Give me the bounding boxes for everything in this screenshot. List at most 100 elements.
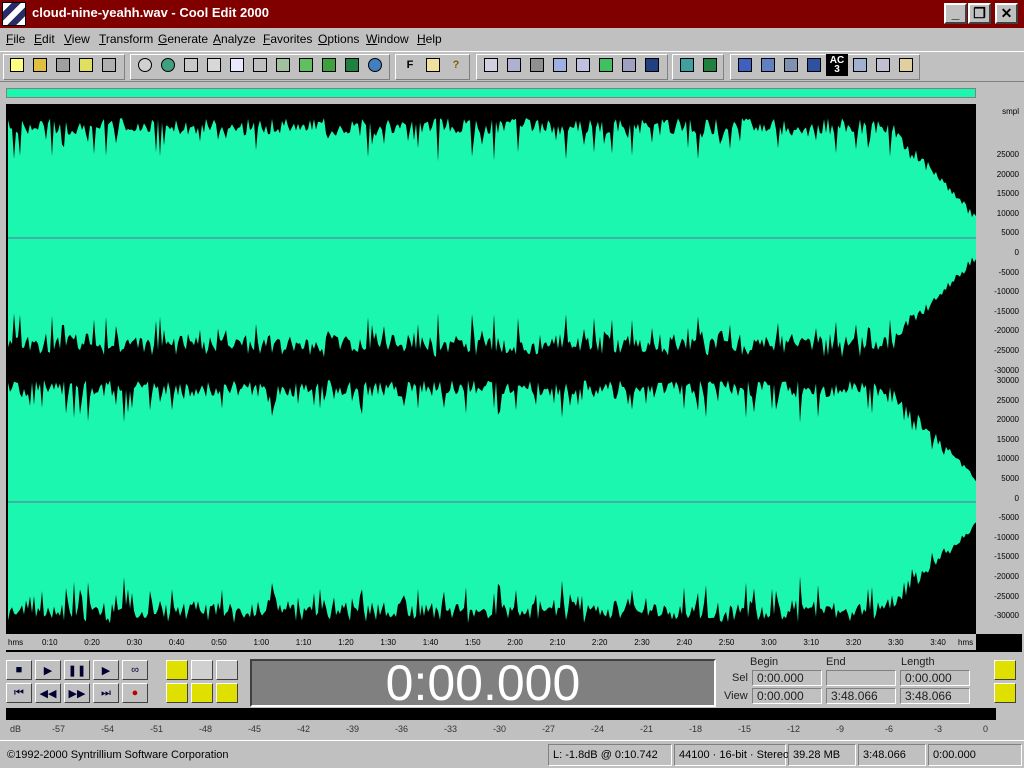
timeline-unit-left: hms <box>8 638 24 647</box>
zoom-selection-icon[interactable] <box>166 683 188 703</box>
timeline-label: 1:00 <box>253 638 270 647</box>
recycle-icon[interactable] <box>364 54 386 76</box>
waveform-display[interactable]: smpl 25000 20000 15000 10000 5000 0 -5000 -1000… <box>6 104 1022 652</box>
level-meter-label: -27 <box>542 724 556 734</box>
rewind-button[interactable]: ◀◀ <box>35 683 61 703</box>
undo-enable-icon[interactable] <box>157 54 179 76</box>
copyright-text: ©1992-2000 Syntrillium Software Corporat… <box>7 749 229 761</box>
zoom-right-icon[interactable] <box>216 683 238 703</box>
zoom-in-icon[interactable] <box>166 660 188 680</box>
analyze-icon[interactable] <box>803 54 825 76</box>
level-meter-label: dB <box>10 724 22 734</box>
menu-transform[interactable]: Transform <box>99 32 153 46</box>
view-label: View <box>724 690 748 702</box>
timeline-label: 1:30 <box>380 638 396 647</box>
sel-length-field[interactable]: 0:00.000 <box>900 670 970 686</box>
view-begin-field[interactable]: 0:00.000 <box>752 688 822 704</box>
maximize-button[interactable]: ❐ <box>968 3 991 24</box>
undo-icon[interactable] <box>134 54 156 76</box>
noise-icon[interactable] <box>734 54 756 76</box>
menu-favorites[interactable]: Favorites <box>263 32 312 46</box>
select-all-icon[interactable] <box>203 54 225 76</box>
ac3-icon[interactable]: AC 3 <box>826 54 848 76</box>
f-icon[interactable]: F <box>399 54 421 76</box>
mix-paste-icon[interactable] <box>318 54 340 76</box>
play-to-end-button[interactable]: ▶ <box>93 660 119 680</box>
new-file-icon[interactable] <box>6 54 28 76</box>
zoom-full-icon[interactable] <box>216 660 238 680</box>
vertical-zoom-out-icon[interactable] <box>994 660 1016 680</box>
record-button[interactable]: ● <box>122 683 148 703</box>
menu-help[interactable]: Help <box>417 32 442 46</box>
help-icon[interactable]: ? <box>445 54 467 76</box>
zoom-out-icon[interactable] <box>191 660 213 680</box>
amplitude-label-top: -30000 <box>994 365 1019 375</box>
cut-icon[interactable] <box>249 54 271 76</box>
echo-icon[interactable] <box>676 54 698 76</box>
pitch-icon[interactable] <box>872 54 894 76</box>
fast-forward-button[interactable]: ▶▶ <box>64 683 90 703</box>
menu-generate[interactable]: Generate <box>158 32 208 46</box>
menu-edit[interactable]: Edit <box>34 32 55 46</box>
reverse-icon[interactable] <box>503 54 525 76</box>
view-end-field[interactable]: 3:48.066 <box>826 688 896 704</box>
eq-icon[interactable] <box>699 54 721 76</box>
loop-button[interactable]: ∞ <box>122 660 148 680</box>
envelope-icon[interactable] <box>595 54 617 76</box>
save-icon[interactable] <box>52 54 74 76</box>
paste-icon[interactable] <box>272 54 294 76</box>
menu-options[interactable]: Options <box>318 32 359 46</box>
filter-icon[interactable] <box>780 54 802 76</box>
menu-file[interactable]: File <box>6 32 25 46</box>
stop-button[interactable]: ■ <box>6 660 32 680</box>
menu-bar: File Edit View Transform Generate Analyz… <box>0 28 1024 50</box>
go-end-button[interactable]: ⏭ <box>93 683 119 703</box>
transport-controls: ■ ▶ ❚❚ ▶ ∞ ⏮ ◀◀ ▶▶ ⏭ ● <box>6 660 244 706</box>
level-meter-label: -57 <box>52 724 66 734</box>
go-start-button[interactable]: ⏮ <box>6 683 32 703</box>
menu-window[interactable]: Window <box>366 32 409 46</box>
normalize-icon[interactable] <box>641 54 663 76</box>
script-icon[interactable] <box>422 54 444 76</box>
invert-icon[interactable] <box>549 54 571 76</box>
open-file-icon[interactable] <box>29 54 51 76</box>
level-meter-label: -54 <box>101 724 115 734</box>
app-icon[interactable] <box>2 2 26 26</box>
pause-button[interactable]: ❚❚ <box>64 660 90 680</box>
amplitude-label-bottom: 30000 <box>996 376 1019 385</box>
play-button[interactable]: ▶ <box>35 660 61 680</box>
level-meter-label: -12 <box>787 724 801 734</box>
fade-icon[interactable] <box>618 54 640 76</box>
flanger-icon[interactable] <box>849 54 871 76</box>
sel-begin-field[interactable]: 0:00.000 <box>752 670 822 686</box>
tone-icon[interactable] <box>895 54 917 76</box>
level-meter-label: -33 <box>444 724 458 734</box>
amplitude-label-bottom: -10000 <box>994 532 1019 542</box>
timeline-label: 3:40 <box>930 638 946 647</box>
silence-icon[interactable] <box>526 54 548 76</box>
waveform-channel-left[interactable] <box>8 114 976 362</box>
paste-to-new-icon[interactable] <box>295 54 317 76</box>
snap-icon[interactable] <box>480 54 502 76</box>
amplitude-label-bottom: 20000 <box>996 415 1019 425</box>
sel-end-field[interactable] <box>826 670 896 686</box>
repeat-icon[interactable] <box>180 54 202 76</box>
minimize-button[interactable]: _ <box>944 3 967 24</box>
view-length-field[interactable]: 3:48.066 <box>900 688 970 704</box>
amplitude-label-bottom: 25000 <box>996 395 1019 405</box>
close-button[interactable]: ✕ <box>995 3 1018 24</box>
menu-view[interactable]: View <box>64 32 90 46</box>
overview-bar[interactable] <box>6 88 976 98</box>
waveform-channel-right[interactable] <box>8 376 976 628</box>
trim-icon[interactable] <box>341 54 363 76</box>
zoom-left-icon[interactable] <box>191 683 213 703</box>
save-all-icon[interactable] <box>98 54 120 76</box>
copy-to-new-icon[interactable] <box>226 54 248 76</box>
amplify-icon[interactable] <box>572 54 594 76</box>
menu-analyze[interactable]: Analyze <box>213 32 256 46</box>
reverb-icon[interactable] <box>757 54 779 76</box>
timeline-label: 0:10 <box>42 638 58 647</box>
time-ruler[interactable]: hms hms 0:10 0:20 0:30 0:40 0:50 1:00 1:10 1:20… <box>6 634 976 650</box>
save-as-icon[interactable] <box>75 54 97 76</box>
vertical-zoom-in-icon[interactable] <box>994 683 1016 703</box>
